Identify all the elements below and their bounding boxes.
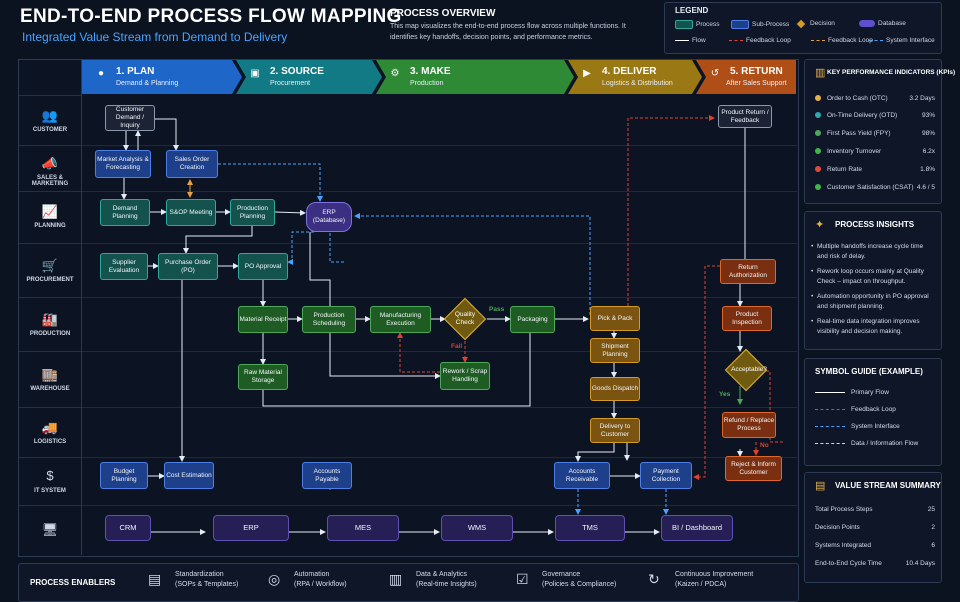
- node-return-authorization[interactable]: Return Authorization: [720, 259, 776, 284]
- node-cost-estimation[interactable]: Cost Estimation: [164, 462, 214, 489]
- kpi-row: Inventory Turnover 6.2x: [815, 148, 935, 155]
- enabler-automation: Automation (RPA / Workflow): [294, 571, 347, 588]
- node-production-planning[interactable]: Production Planning: [230, 199, 275, 226]
- node-refund-replace[interactable]: Refund / Replace Process: [722, 412, 776, 438]
- node-customer-demand[interactable]: Customer Demand / Inquiry: [105, 105, 155, 131]
- node-shipment-planning[interactable]: Shipment Planning: [590, 338, 640, 363]
- insight-item: Multiple handoffs increase cycle time an…: [811, 242, 935, 262]
- node-accounts-receivable[interactable]: Accounts Receivable: [554, 462, 610, 489]
- insight-item: Automation opportunity in PO approval an…: [811, 292, 935, 312]
- lightbulb-icon: ✦: [815, 219, 825, 231]
- node-delivery-to-customer[interactable]: Delivery to Customer: [590, 418, 640, 443]
- fail-label: Fail: [451, 343, 463, 350]
- system-erp[interactable]: ERP: [213, 515, 289, 541]
- system-mes[interactable]: MES: [327, 515, 399, 541]
- robot-icon: ◎: [268, 571, 281, 587]
- insight-item: Real-time data integration improves visi…: [811, 317, 935, 337]
- node-goods-dispatch[interactable]: Goods Dispatch: [590, 377, 640, 401]
- vss-row: Decision Points 2: [815, 524, 935, 531]
- enablers-title: PROCESS ENABLERS: [30, 578, 116, 587]
- node-supplier-evaluation[interactable]: Supplier Evaluation: [100, 253, 148, 280]
- node-accounts-payable[interactable]: Accounts Payable: [302, 462, 352, 489]
- enabler-governance: Governance (Policies & Compliance): [542, 571, 617, 588]
- node-product-inspection[interactable]: Product Inspection: [722, 306, 772, 331]
- node-sales-order[interactable]: Sales Order Creation: [166, 150, 218, 178]
- symbol-data-flow: Data / Information Flow: [815, 440, 918, 447]
- system-wms[interactable]: WMS: [441, 515, 513, 541]
- checklist-icon: ☑: [516, 571, 529, 587]
- kpi-panel: ▥ KEY PERFORMANCE INDICATORS (KPIs) Orde…: [804, 59, 955, 204]
- symbol-primary-flow: Primary Flow: [815, 389, 889, 396]
- value-stream-panel: ▤ VALUE STREAM SUMMARY Total Process Ste…: [804, 472, 942, 583]
- node-po-approval[interactable]: PO Approval: [238, 253, 288, 280]
- layers-icon: ▤: [815, 480, 826, 492]
- kpi-row: Return Rate 1.8%: [815, 166, 935, 173]
- node-rework-scrap[interactable]: Rework / Scrap Handling: [440, 362, 490, 390]
- symbol-guide-panel: SYMBOL GUIDE (EXAMPLE) Primary Flow Feed…: [804, 358, 942, 466]
- bar-chart-icon: ▥: [815, 67, 826, 79]
- vss-title: VALUE STREAM SUMMARY: [835, 481, 941, 490]
- system-tms[interactable]: TMS: [555, 515, 625, 541]
- node-budget-planning[interactable]: Budget Planning: [100, 462, 148, 489]
- node-production-scheduling[interactable]: Production Scheduling: [302, 306, 356, 333]
- node-material-receipt[interactable]: Material Receipt: [238, 306, 288, 333]
- system-bi-dashboard[interactable]: BI / Dashboard: [661, 515, 733, 541]
- insights-title: PROCESS INSIGHTS: [835, 220, 915, 229]
- kpi-row: First Pass Yield (FPY) 98%: [815, 130, 935, 137]
- kpi-row: Customer Satisfaction (CSAT) 4.6 / 5: [815, 184, 935, 191]
- node-pick-pack[interactable]: Pick & Pack: [590, 306, 640, 331]
- node-payment-collection[interactable]: Payment Collection: [640, 462, 692, 489]
- system-crm[interactable]: CRM: [105, 515, 151, 541]
- node-raw-material-storage[interactable]: Raw Material Storage: [238, 364, 288, 390]
- node-packaging[interactable]: Packaging: [510, 306, 555, 333]
- enabler-data-analytics: Data & Analytics (Real-time Insights): [416, 571, 477, 588]
- decision-quality-check-label: Quality Check: [454, 311, 476, 326]
- kpi-row: On-Time Delivery (OTD) 93%: [815, 112, 935, 119]
- enabler-standardization: Standardization (SOPs & Templates): [175, 571, 239, 588]
- symbol-system-interface: System Interface: [815, 423, 900, 430]
- enabler-continuous-improvement: Continuous Improvement (Kaizen / PDCA): [675, 571, 754, 588]
- chart-icon: ▥: [389, 571, 403, 587]
- no-label: No: [760, 442, 769, 449]
- decision-acceptable-label: Acceptable?: [731, 366, 767, 373]
- insight-item: Rework loop occurs mainly at Quality Che…: [811, 267, 935, 287]
- symbol-feedback-loop: Feedback Loop: [815, 406, 896, 413]
- node-manufacturing-execution[interactable]: Manufacturing Execution: [370, 306, 431, 333]
- node-reject-inform[interactable]: Reject & Inform Customer: [725, 456, 782, 481]
- cycle-icon: ↻: [648, 571, 660, 587]
- insights-panel: ✦ PROCESS INSIGHTS Multiple handoffs inc…: [804, 211, 942, 350]
- vss-row: End-to-End Cycle Time 10.4 Days: [815, 560, 935, 567]
- node-product-return[interactable]: Product Return / Feedback: [718, 105, 772, 128]
- kpi-row: Order to Cash (OTC) 3.2 Days: [815, 95, 935, 102]
- yes-label: Yes: [719, 391, 731, 398]
- vss-row: Systems Integrated 6: [815, 542, 935, 549]
- kpi-title: KEY PERFORMANCE INDICATORS (KPIs): [827, 69, 956, 76]
- pass-label: Pass: [489, 306, 505, 313]
- node-market-analysis[interactable]: Market Analysis & Forecasting: [95, 150, 151, 178]
- vss-row: Total Process Steps 25: [815, 506, 935, 513]
- node-sop-meeting[interactable]: S&OP Meeting: [166, 199, 216, 226]
- node-purchase-order[interactable]: Purchase Order (PO): [158, 253, 218, 280]
- node-erp-database[interactable]: ERP (Database): [306, 202, 352, 232]
- symbol-guide-title: SYMBOL GUIDE (EXAMPLE): [815, 367, 923, 376]
- document-icon: ▤: [148, 571, 162, 587]
- node-demand-planning[interactable]: Demand Planning: [100, 199, 150, 226]
